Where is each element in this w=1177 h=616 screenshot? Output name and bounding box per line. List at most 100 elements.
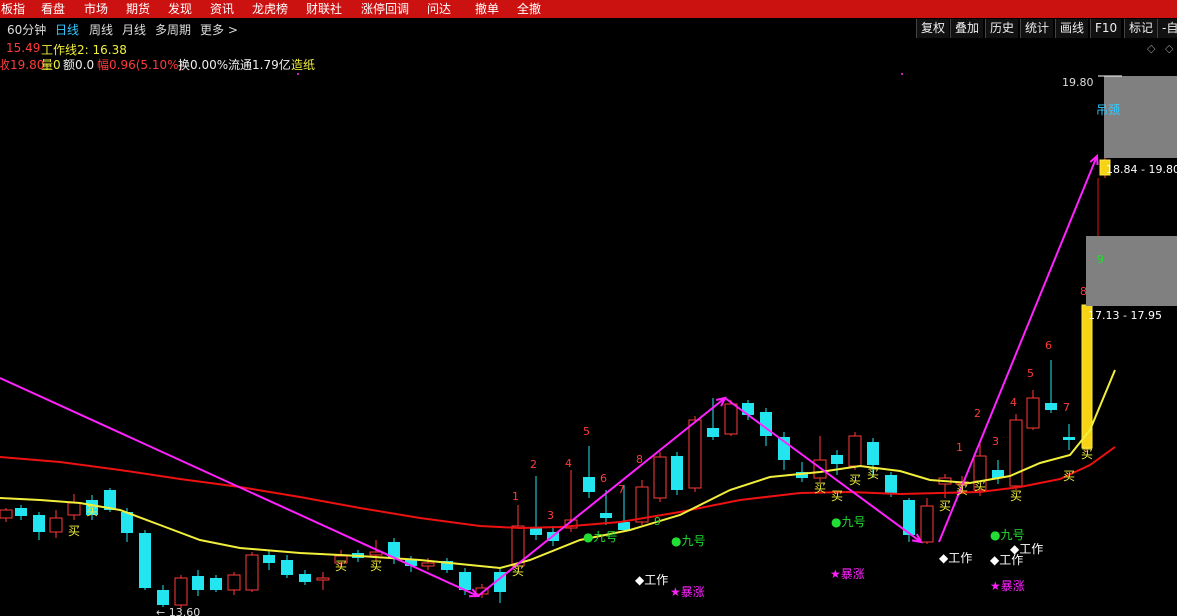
candle-body-up <box>174 577 188 606</box>
tab-monthly[interactable]: 月线 <box>122 21 146 38</box>
candle-body-up <box>635 486 649 523</box>
nine-count-label: 9 <box>1097 253 1104 266</box>
td-count-label: 6 <box>1045 339 1052 352</box>
buy-signal-label: 买 <box>1063 469 1075 483</box>
menu-item-limit-pullback[interactable]: 涨停回调 <box>361 0 409 18</box>
f10-button[interactable]: F10 <box>1090 19 1122 38</box>
menu-bar: 板指 看盘 市场 期货 发现 资讯 龙虎榜 财联社 涨停回调 问达 撤单 全撤 <box>0 0 1177 18</box>
amount-value: 额0.0 <box>63 58 95 72</box>
candle-body-up <box>511 525 525 567</box>
fuquan-button[interactable]: 复权 <box>916 19 950 38</box>
buy-signal-label: 买 <box>370 559 382 573</box>
buy-signal-label: 买 <box>831 489 843 503</box>
td-count-label: 8 <box>636 453 643 466</box>
turnover-value: 换0.00% <box>178 58 229 72</box>
candle-body-down <box>778 437 790 460</box>
indicator-info-bar: 15.49 工作线2: 16.38 收19.80 量0 额0.0 幅0.96(5… <box>0 40 1177 74</box>
nine-signal-label: ●九号 <box>583 530 617 544</box>
td-count-label: 2 <box>530 458 537 471</box>
top-price-label: 19.80 <box>1062 76 1094 89</box>
candle-body-up <box>334 555 348 564</box>
td-count-label: 5 <box>583 425 590 438</box>
history-button[interactable]: 历史 <box>985 19 1019 38</box>
range-high-label: 18.84 - 19.80 <box>1106 163 1177 176</box>
candle-body-down <box>441 561 453 570</box>
tab-multi-period[interactable]: 多周期 <box>155 21 191 38</box>
diamond-icon-2[interactable]: ◇ <box>1165 42 1173 55</box>
candle-body-down <box>157 590 169 605</box>
range-low-label: 17.13 - 17.95 <box>1088 309 1162 322</box>
candle-body-up <box>813 459 827 479</box>
candle-body-down <box>494 572 506 592</box>
work-signal-label: ◆工作 <box>1010 542 1043 556</box>
period-toolbar: 60分钟 日线 周线 月线 多周期 更多 > 复权 叠加 历史 统计 画线 F1… <box>0 18 1177 40</box>
auto-button[interactable]: -自 <box>1157 19 1177 38</box>
menu-item-dragon-tiger[interactable]: 龙虎榜 <box>252 0 288 18</box>
buy-signal-label: 买 <box>86 504 98 518</box>
candle-body-up <box>475 587 489 595</box>
ma-red-line <box>0 446 1116 530</box>
candle-body-down <box>281 560 293 575</box>
candle-body-down <box>104 490 116 510</box>
diamond-icon[interactable]: ◇ <box>1147 42 1155 55</box>
candle-body-up <box>49 517 63 533</box>
limit-up-candle <box>1099 159 1111 176</box>
tab-more[interactable]: 更多 > <box>200 21 238 38</box>
candle-body-down <box>121 512 133 533</box>
candle-body-up <box>421 562 435 567</box>
draw-line-button[interactable]: 画线 <box>1055 19 1089 38</box>
candle-body-down <box>583 477 595 492</box>
eight-count-label: 8 <box>1080 285 1087 298</box>
tab-60min[interactable]: 60分钟 <box>7 21 46 38</box>
menu-item-cancel-all[interactable]: 全撤 <box>517 0 541 18</box>
candle-body-up <box>724 403 738 435</box>
candle-body-down <box>760 412 772 436</box>
td-count-label: 1 <box>512 490 519 503</box>
menu-item-discover[interactable]: 发现 <box>168 0 192 18</box>
stats-button[interactable]: 统计 <box>1020 19 1054 38</box>
candlestick-layer <box>0 158 1111 608</box>
tab-weekly[interactable]: 周线 <box>89 21 113 38</box>
menu-item-cancel[interactable]: 撤单 <box>475 0 499 18</box>
overlay-button[interactable]: 叠加 <box>950 19 984 38</box>
candle-body-down <box>903 500 915 535</box>
candle-body-down <box>15 508 27 516</box>
candle-body-up <box>938 477 952 485</box>
candle-body-down <box>600 513 612 518</box>
candle-body-down <box>671 456 683 490</box>
candle-body-down <box>405 560 417 566</box>
buy-signal-label: 买 <box>1010 489 1022 503</box>
ma-yellow-line <box>0 369 1116 570</box>
candle-body-down <box>547 532 559 541</box>
candle-body-down <box>388 542 400 558</box>
menu-item-futures[interactable]: 期货 <box>126 0 150 18</box>
td-count-label: 7 <box>618 483 625 496</box>
candle-body-up <box>653 456 667 499</box>
candle-body-down <box>530 528 542 535</box>
buy-signal-label: 买 <box>956 483 968 497</box>
td-count-label: 1 <box>956 441 963 454</box>
amplitude-value: 幅0.96(5.10%) <box>97 58 184 72</box>
candle-body-up <box>369 551 383 556</box>
menu-item-market[interactable]: 市场 <box>84 0 108 18</box>
candle-body-up <box>688 419 702 489</box>
work-signal-label: ◆工作 <box>990 553 1023 567</box>
limit-up-label: 吊颈 <box>1096 103 1120 117</box>
buy-signal-label: 买 <box>814 481 826 495</box>
menu-item-watch[interactable]: 看盘 <box>41 0 65 18</box>
candle-body-up <box>1009 419 1023 487</box>
menu-item-ask[interactable]: 问达 <box>427 0 451 18</box>
low-price-label: ← 13.60 <box>156 606 200 616</box>
ma-value: 15.49 <box>6 41 41 55</box>
menu-item-news[interactable]: 资讯 <box>210 0 234 18</box>
moving-average-layer <box>0 369 1116 570</box>
menu-item-index[interactable]: 板指 <box>1 0 25 18</box>
candle-body-up <box>245 554 259 591</box>
mark-button[interactable]: 标记 <box>1124 19 1158 38</box>
candle-body-down <box>1045 403 1057 410</box>
kline-chart[interactable]: 19.80 吊颈 18.84 - 19.80 17.13 - 17.95 9 8 ← 13.… <box>0 0 1177 616</box>
candle-body-up <box>67 502 81 516</box>
trend-down-arrow-2 <box>724 397 922 543</box>
tab-daily[interactable]: 日线 <box>55 21 79 38</box>
menu-item-cls[interactable]: 财联社 <box>306 0 342 18</box>
